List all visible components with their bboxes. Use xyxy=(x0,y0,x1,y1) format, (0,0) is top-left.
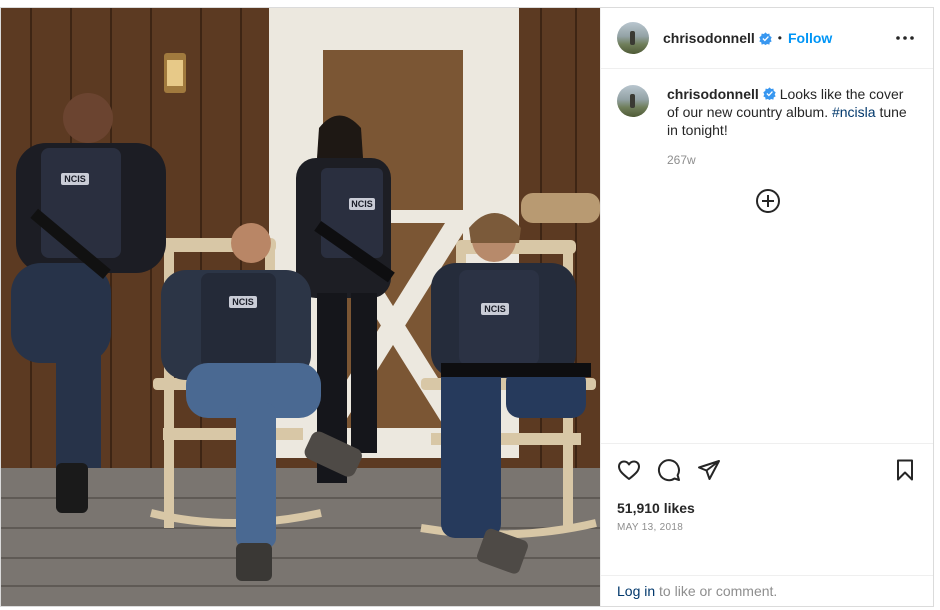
share-paper-plane-icon[interactable] xyxy=(697,458,721,482)
porch-photo-illustration: NCIS NCIS NCIS NCIS xyxy=(1,8,600,606)
post-date: MAY 13, 2018 xyxy=(617,522,684,533)
post-photo[interactable]: NCIS NCIS NCIS NCIS xyxy=(1,8,600,606)
caption-avatar[interactable] xyxy=(617,85,649,117)
vest-label-3: NCIS xyxy=(232,297,254,307)
verified-badge-icon xyxy=(763,87,776,100)
instagram-post: NCIS NCIS NCIS NCIS chrisodonnell • Foll… xyxy=(0,7,934,607)
comments-section: chrisodonnell Looks like the cover of ou… xyxy=(601,69,933,443)
action-icons-row xyxy=(617,450,917,490)
vest-label-1: NCIS xyxy=(64,174,86,184)
hashtag-link[interactable]: #ncisla xyxy=(832,104,876,120)
post-header: chrisodonnell • Follow xyxy=(601,8,933,69)
caption-timestamp: 267w xyxy=(667,153,696,167)
comment-bubble-icon[interactable] xyxy=(657,458,681,482)
caption: chrisodonnell Looks like the cover of ou… xyxy=(617,85,917,169)
caption-username[interactable]: chrisodonnell xyxy=(667,86,759,102)
login-prompt: Log in to like or comment. xyxy=(601,575,933,606)
login-link[interactable]: Log in xyxy=(617,583,655,599)
vest-label-4: NCIS xyxy=(484,304,506,314)
post-side-panel: chrisodonnell • Follow chrisodonnell Loo… xyxy=(600,8,933,606)
more-options-button[interactable] xyxy=(893,26,917,50)
login-prompt-text: to like or comment. xyxy=(659,583,778,599)
follow-button[interactable]: Follow xyxy=(788,30,832,46)
save-bookmark-icon[interactable] xyxy=(893,458,917,482)
vest-label-2: NCIS xyxy=(351,199,373,209)
verified-badge-icon xyxy=(759,31,772,45)
avatar[interactable] xyxy=(617,22,649,54)
separator-dot: • xyxy=(777,31,782,45)
load-more-comments-icon[interactable] xyxy=(755,188,781,214)
ellipsis-icon xyxy=(896,36,914,40)
caption-body: chrisodonnell Looks like the cover of ou… xyxy=(667,85,917,169)
likes-count[interactable]: 51,910 likes xyxy=(617,500,917,516)
header-username[interactable]: chrisodonnell xyxy=(663,30,755,46)
post-actions: 51,910 likes MAY 13, 2018 xyxy=(601,443,933,575)
like-heart-icon[interactable] xyxy=(617,458,641,482)
